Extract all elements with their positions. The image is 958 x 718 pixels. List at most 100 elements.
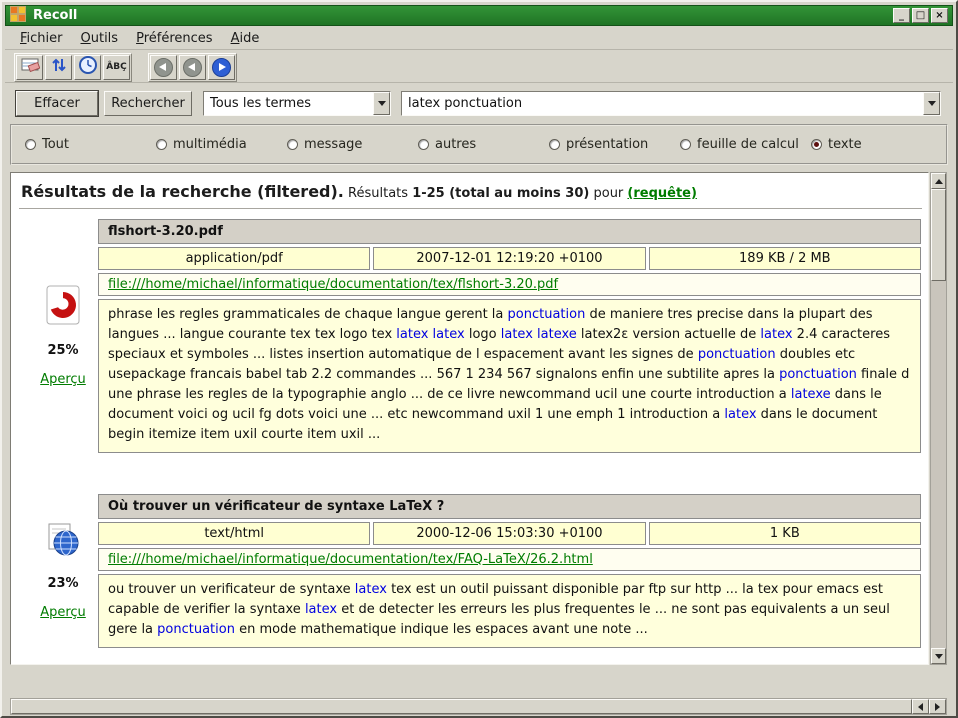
result-size: 189 KB / 2 MB (649, 247, 921, 270)
query-history-dropdown-button[interactable] (923, 92, 940, 115)
menu-mnemonic: O (81, 31, 91, 46)
abstract-text: ou trouver un verificateur de syntaxe (108, 582, 355, 597)
menu-preferences[interactable]: Préférences (127, 29, 221, 48)
html-globe-icon (45, 522, 81, 562)
clear-search-button[interactable] (16, 55, 43, 80)
minimize-button[interactable]: _ (893, 8, 910, 23)
menu-label: ichier (27, 31, 63, 46)
app-icon (10, 6, 26, 26)
results-area: Résultats de la recherche (filtered). Ré… (10, 172, 929, 665)
vertical-scroll-track[interactable] (931, 189, 946, 648)
next-page-button[interactable] (208, 55, 235, 80)
filter-radio-feuille-de-calcul[interactable]: feuille de calcul (680, 137, 811, 152)
close-button[interactable]: × (931, 8, 948, 23)
results-summary: Résultats de la recherche (filtered). Ré… (21, 182, 922, 201)
result-url-link[interactable]: file:///home/michael/informatique/docume… (108, 277, 558, 292)
next-page-icon (212, 58, 231, 77)
search-mode-dropdown-button[interactable] (373, 92, 390, 115)
result-url-row: file:///home/michael/informatique/docume… (98, 548, 921, 571)
relevance-percent: 23% (47, 576, 78, 591)
abstract-text: en mode mathematique indique les espaces… (235, 622, 648, 637)
abstract-text: phrase les regles grammaticales de chaqu… (108, 307, 508, 322)
highlighted-term: ponctuation (508, 307, 586, 322)
result-title: flshort-3.20.pdf (98, 219, 921, 244)
result-url-row: file:///home/michael/informatique/docume… (98, 273, 921, 296)
scroll-left-button[interactable] (912, 699, 929, 714)
menu-bar: Fichier Outils Préférences Aide (5, 28, 953, 50)
results-vertical-scrollbar[interactable] (930, 172, 947, 665)
result-abstract: ou trouver un verificateur de syntaxe la… (98, 574, 921, 648)
radio-circle (549, 139, 560, 150)
radio-label: texte (828, 137, 862, 152)
clear-search-icon (20, 55, 40, 79)
prev-page-button[interactable] (179, 55, 206, 80)
chevron-down-icon (378, 101, 386, 106)
history-button[interactable] (74, 55, 101, 80)
results-divider (19, 208, 922, 209)
filter-radio-multimedia[interactable]: multimédia (156, 137, 287, 152)
search-mode-select[interactable]: Tous les termes (203, 91, 391, 116)
window-controls: _ □ × (893, 8, 948, 23)
sort-params-button[interactable] (45, 55, 72, 80)
menu-fichier[interactable]: Fichier (11, 29, 72, 48)
scroll-down-button[interactable] (931, 648, 946, 664)
search-button[interactable]: Rechercher (104, 91, 192, 116)
first-page-button[interactable] (150, 55, 177, 80)
result-abstract: phrase les regles grammaticales de chaqu… (98, 299, 921, 453)
result-title: Où trouver un vérificateur de syntaxe La… (98, 494, 921, 519)
radio-label: Tout (42, 137, 69, 152)
filter-radio-tout[interactable]: Tout (25, 137, 156, 152)
radio-label: feuille de calcul (697, 137, 799, 152)
result-meta-row: text/html 2000-12-06 15:03:30 +0100 1 KB (98, 522, 921, 545)
menu-aide[interactable]: Aide (222, 29, 269, 48)
title-bar[interactable]: Recoll _ □ × (5, 5, 953, 26)
query-link[interactable]: (requête) (627, 186, 697, 201)
result-item: 23% Aperçu Où trouver un vérificateur de… (28, 494, 921, 648)
window-title: Recoll (33, 8, 886, 23)
scroll-right-button[interactable] (929, 699, 946, 714)
result-detail: flshort-3.20.pdf application/pdf 2007-12… (98, 219, 921, 453)
result-date: 2007-12-01 12:19:20 +0100 (373, 247, 645, 270)
filter-radio-autres[interactable]: autres (418, 137, 549, 152)
result-url-link[interactable]: file:///home/michael/informatique/docume… (108, 552, 593, 567)
results-horizontal-scrollbar[interactable] (10, 698, 947, 715)
results-count-label: Résultats (348, 186, 408, 201)
results-title: Résultats de la recherche (filtered). (21, 182, 344, 201)
result-item: 25% Aperçu flshort-3.20.pdf application/… (28, 219, 921, 453)
arrow-right-icon (935, 703, 940, 711)
highlighted-term: ponctuation (698, 347, 776, 362)
radio-circle (418, 139, 429, 150)
menu-label: références (144, 31, 213, 46)
result-side-panel: 23% Aperçu (28, 494, 98, 648)
menu-label: utils (91, 31, 118, 46)
clock-icon (78, 55, 98, 79)
search-input[interactable] (402, 92, 923, 115)
result-size: 1 KB (649, 522, 921, 545)
menu-label: ide (239, 31, 259, 46)
toolbar: ÂBÇ (5, 52, 953, 83)
vertical-scroll-thumb[interactable] (931, 189, 946, 281)
clear-button[interactable]: Effacer (16, 91, 98, 116)
preview-link[interactable]: Aperçu (40, 372, 86, 387)
arrow-up-icon (935, 179, 943, 184)
first-page-icon (154, 58, 173, 77)
abstract-text: logo (465, 327, 501, 342)
preview-link[interactable]: Aperçu (40, 605, 86, 620)
results-range: 1-25 (total au moins 30) (412, 186, 589, 201)
filter-radio-texte[interactable]: texte (811, 137, 862, 152)
radio-label: message (304, 137, 362, 152)
radio-label: présentation (566, 137, 648, 152)
term-explorer-button[interactable]: ÂBÇ (103, 55, 130, 80)
scroll-up-button[interactable] (931, 173, 946, 189)
filter-radio-message[interactable]: message (287, 137, 418, 152)
sort-arrows-icon (49, 55, 69, 79)
term-explorer-icon: ÂBÇ (106, 62, 126, 72)
maximize-button[interactable]: □ (912, 8, 929, 23)
highlighted-term: latex (305, 602, 337, 617)
menu-outils[interactable]: Outils (72, 29, 128, 48)
radio-circle (680, 139, 691, 150)
filter-radio-presentation[interactable]: présentation (549, 137, 680, 152)
horizontal-scroll-thumb[interactable] (11, 699, 912, 714)
query-combobox[interactable] (401, 91, 941, 116)
highlighted-term: latex latexe (501, 327, 577, 342)
